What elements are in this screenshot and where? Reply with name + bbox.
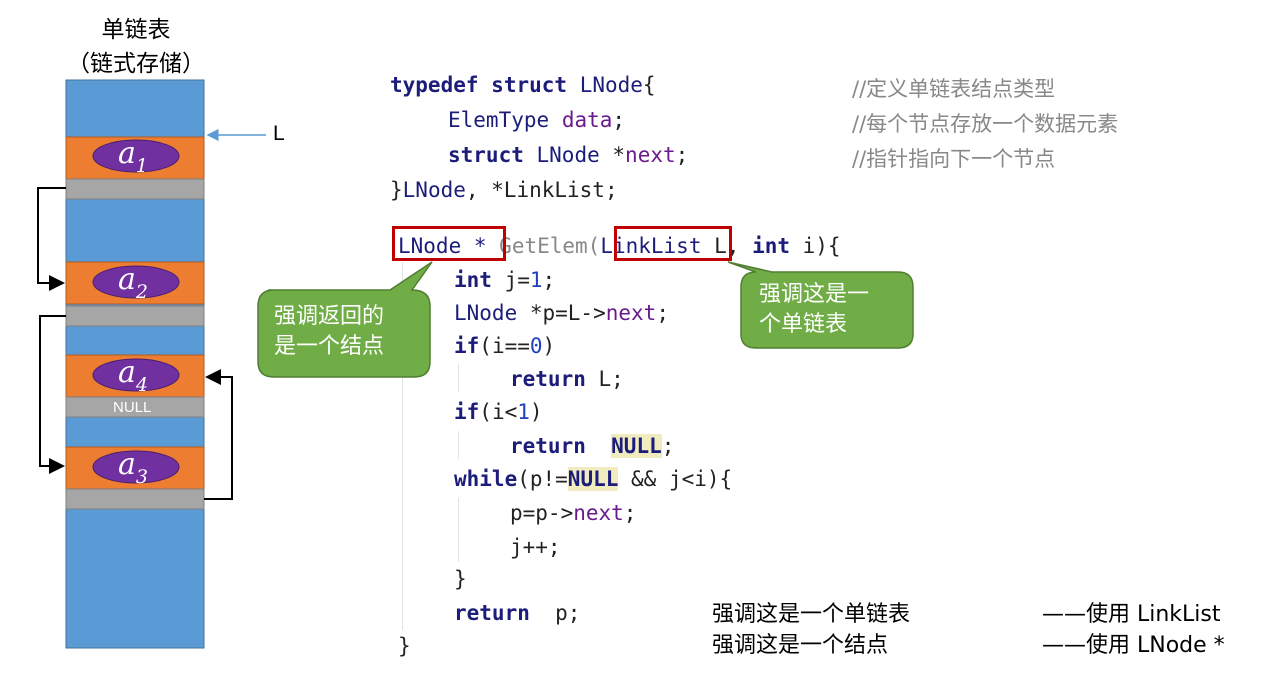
note-linklist-right: ——使用 LinkList [1042,602,1221,627]
note-lnode-left: 强调这是一个结点 [712,633,889,658]
note-lnode-right: ——使用 LNode * [1042,633,1225,658]
callout-shapes [257,261,914,378]
note-linklist-left: 强调这是一个单链表 [712,602,911,627]
callout-right-text: 强调这是一 个单链表 [759,282,870,337]
slide: 单链表 （链式存储） a1 a2 a4 a3 NULL L typedef st… [0,0,1261,681]
callout-left-text: 强调返回的 是一个结点 [274,304,385,359]
